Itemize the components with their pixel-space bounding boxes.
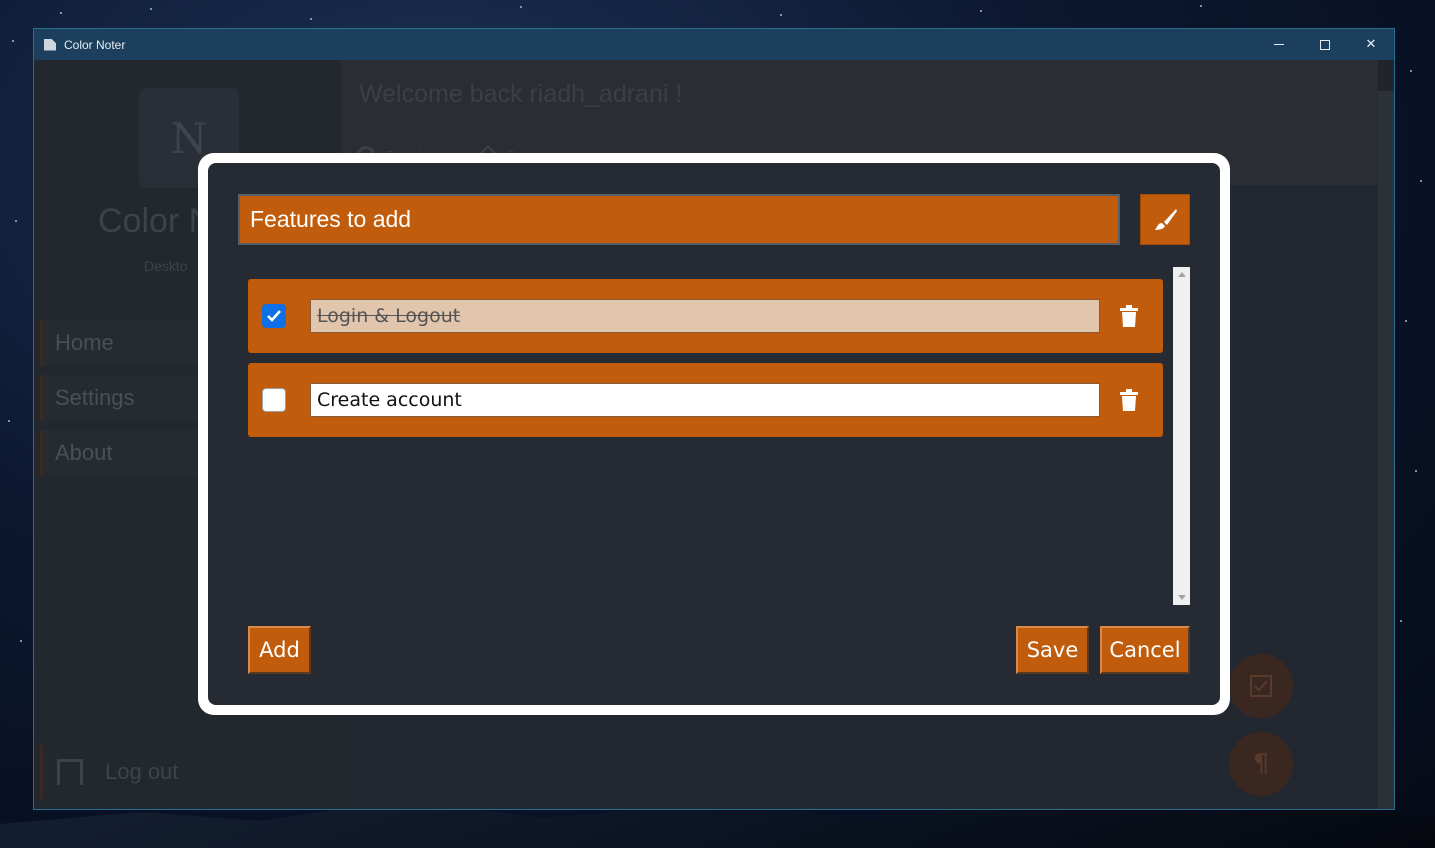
checklist-title-input[interactable]: Features to add <box>238 194 1120 245</box>
color-picker-button[interactable] <box>1140 194 1190 245</box>
maximize-icon <box>1320 39 1330 50</box>
scroll-up-arrow[interactable] <box>1178 272 1186 277</box>
new-checklist-button[interactable] <box>1229 654 1293 718</box>
scroll-down-arrow[interactable] <box>1178 595 1186 600</box>
checkmark-icon <box>267 310 281 322</box>
logout-icon <box>57 759 83 785</box>
welcome-text: Welcome back riadh_adrani ! <box>359 80 683 108</box>
item-checkbox-checked[interactable] <box>262 304 286 328</box>
checklist-items: Login & Logout Create account <box>248 267 1190 605</box>
paragraph-icon: ¶ <box>1252 749 1270 779</box>
checklist-item: Login & Logout <box>248 279 1163 353</box>
save-button[interactable]: Save <box>1016 626 1089 674</box>
trash-icon[interactable] <box>1120 305 1138 327</box>
items-scrollbar[interactable] <box>1173 267 1190 605</box>
logo-letter: N <box>170 113 208 163</box>
brand-name: Color N <box>98 202 214 240</box>
window-title: Color Noter <box>64 37 126 52</box>
item-text-input[interactable]: Login & Logout <box>310 299 1100 333</box>
maximize-button[interactable] <box>1302 29 1348 60</box>
title-bar[interactable]: Color Noter <box>34 29 1394 60</box>
logout-button[interactable]: Log out <box>40 745 340 799</box>
close-button[interactable]: ✕ <box>1348 29 1394 60</box>
app-icon <box>44 38 56 51</box>
paintbrush-icon <box>1155 208 1177 230</box>
minimize-icon <box>1274 44 1284 45</box>
add-item-button[interactable]: Add <box>248 626 311 674</box>
checklist-item: Create account <box>248 363 1163 437</box>
dialog-body: Features to add Login & Logout Create ac… <box>208 163 1220 705</box>
item-text-input[interactable]: Create account <box>310 383 1100 417</box>
minimize-button[interactable] <box>1256 29 1302 60</box>
trash-icon[interactable] <box>1120 389 1138 411</box>
checkbox-icon <box>1250 675 1272 697</box>
brand-subtitle: Deskto <box>144 258 188 274</box>
new-note-button[interactable]: ¶ <box>1229 732 1293 796</box>
item-checkbox-unchecked[interactable] <box>262 388 286 412</box>
main-scrollbar[interactable] <box>1378 91 1394 809</box>
close-icon: ✕ <box>1365 37 1377 52</box>
logout-label: Log out <box>105 759 179 784</box>
cancel-button[interactable]: Cancel <box>1100 626 1190 674</box>
checklist-dialog: Features to add Login & Logout Create ac… <box>198 153 1230 715</box>
